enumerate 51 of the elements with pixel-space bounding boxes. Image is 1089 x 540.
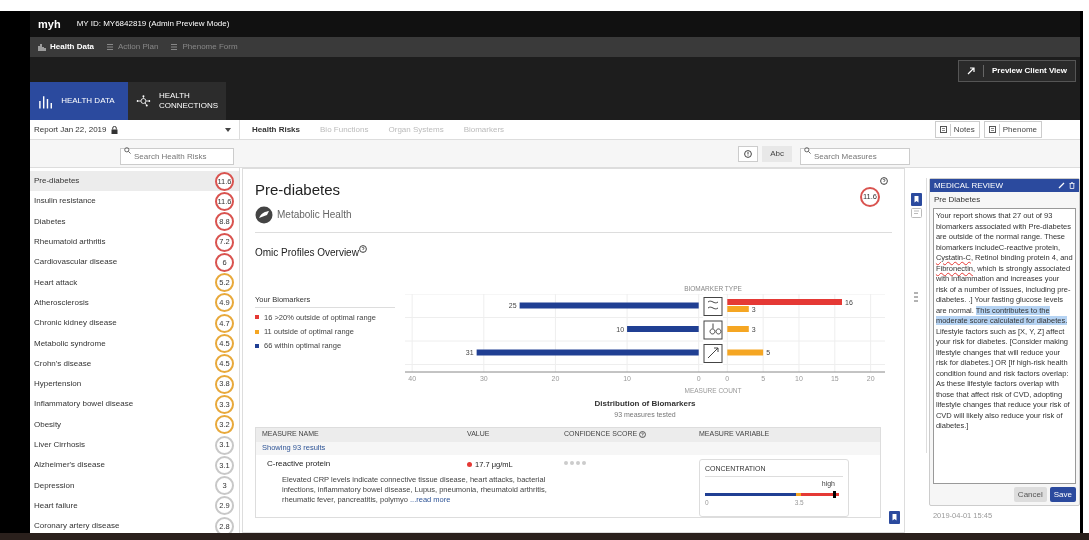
review-title: MEDICAL REVIEW <box>933 179 1003 192</box>
side-button[interactable]: Phenome <box>983 121 1042 138</box>
cancel-button[interactable]: Cancel <box>1013 487 1047 502</box>
trash-icon[interactable] <box>1069 182 1075 189</box>
bar <box>727 326 749 333</box>
logo: myh <box>38 16 61 32</box>
metabolic-health-icon <box>255 205 273 224</box>
network-icon <box>136 94 151 108</box>
bar <box>727 349 764 356</box>
edit-icon[interactable] <box>1058 182 1065 189</box>
document-icon <box>988 126 996 133</box>
bookmark-icon[interactable] <box>889 511 900 524</box>
search-icon <box>124 146 131 154</box>
nav-tab[interactable]: Health Data <box>38 41 94 53</box>
dropdown-caret-icon <box>225 127 231 132</box>
search-field[interactable]: Search Health Risks <box>120 147 234 165</box>
info-icon <box>744 149 753 158</box>
review-text-field[interactable] <box>932 208 1076 484</box>
search-icon <box>804 146 811 154</box>
user-id: MY ID: MY6842819 (Admin Preview Mode) <box>76 18 230 30</box>
abc-view-button[interactable]: Abc <box>762 145 792 162</box>
external-link-icon <box>967 67 975 75</box>
biomarker-type-icon <box>703 320 723 340</box>
measure-name: C-reactive protein <box>267 458 331 469</box>
review-subject: Pre Diabetes <box>932 194 982 206</box>
info-button[interactable] <box>738 145 759 162</box>
side-button[interactable]: Notes <box>934 121 980 138</box>
notes-icon <box>939 126 947 133</box>
section-title: Omic Profiles Overview <box>255 245 359 260</box>
bar-chart-icon <box>38 43 46 51</box>
help-icon[interactable] <box>880 177 888 185</box>
drag-handle-icon[interactable] <box>914 292 919 302</box>
save-button[interactable]: Save <box>1049 487 1076 502</box>
biomarker-type-icon <box>703 344 723 364</box>
nav-tile[interactable]: HEALTH DATA <box>30 82 128 120</box>
list-icon <box>106 43 114 51</box>
bookmark-icon[interactable] <box>910 193 922 206</box>
preview-client-view-button[interactable]: Preview Client View <box>958 60 1076 82</box>
category-label: Metabolic Health <box>277 208 352 222</box>
tab[interactable]: Health Risks <box>252 123 301 136</box>
biomarker-type-icon <box>703 297 723 317</box>
help-icon[interactable] <box>358 244 367 253</box>
bar <box>627 326 699 333</box>
report-select[interactable]: Report Jan 22, 2019 <box>30 120 240 139</box>
risk-title: Pre-diabetes <box>255 180 342 200</box>
help-icon[interactable] <box>639 431 647 438</box>
search-field[interactable]: Search Measures <box>800 147 910 165</box>
nav-tile[interactable]: HEALTH CONNECTIONS <box>128 82 226 120</box>
list-icon <box>170 43 179 51</box>
bar-chart-icon <box>38 93 54 109</box>
chart-title: Distribution of Biomarkers <box>594 398 696 410</box>
